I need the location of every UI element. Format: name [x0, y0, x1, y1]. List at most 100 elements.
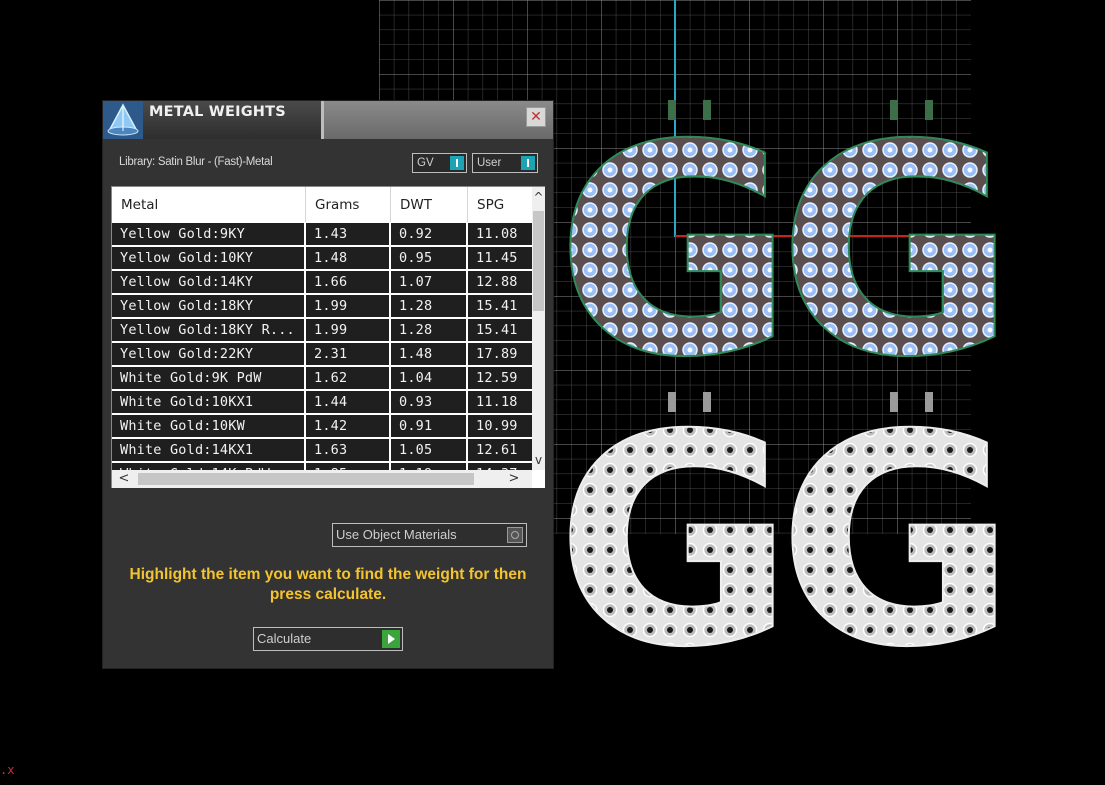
table-cell: 1.85	[306, 463, 389, 470]
gv-toggle[interactable]: GV	[412, 153, 467, 173]
table-cell: 1.19	[391, 463, 466, 470]
table-row[interactable]: White Gold:10KX1 1.44 0.93 11.18	[112, 390, 532, 414]
svg-text:G: G	[778, 374, 1016, 711]
table-row[interactable]: Yellow Gold:22KY 2.31 1.48 17.89	[112, 342, 532, 366]
toggle-switch-icon	[521, 156, 535, 170]
table-row[interactable]: White Gold:14KX1 1.63 1.05 12.61	[112, 438, 532, 462]
scroll-thumb[interactable]	[533, 211, 544, 311]
title-separator	[321, 101, 324, 139]
use-object-materials-option[interactable]: Use Object Materials	[332, 523, 527, 547]
use-object-materials-label: Use Object Materials	[336, 527, 457, 542]
scroll-right-icon[interactable]: >	[504, 470, 524, 488]
metal-weights-table[interactable]: Metal Grams DWT SPG Yellow Gold:9KY 1.43 0…	[111, 186, 545, 488]
table-row[interactable]: White Gold:10KW 1.42 0.91 10.99	[112, 414, 532, 438]
table-row[interactable]: Yellow Gold:9KY 1.43 0.92 11.08	[112, 222, 532, 246]
gv-toggle-label: GV	[417, 157, 434, 169]
table-cell: 1.04	[391, 367, 466, 389]
table-cell: 0.91	[391, 415, 466, 437]
table-row[interactable]: White Gold:14K PdW1.851.1914.37	[112, 462, 532, 470]
library-label: Library: Satin Blur - (Fast)-Metal	[119, 156, 273, 168]
svg-text:G: G	[556, 374, 794, 711]
table-cell: 1.07	[391, 271, 466, 293]
table-cell: 12.59	[468, 367, 532, 389]
column-header-dwt[interactable]: DWT	[391, 187, 468, 222]
table-cell: 15.41	[468, 295, 532, 317]
column-header-spg[interactable]: SPG	[468, 187, 532, 222]
table-body: Yellow Gold:9KY 1.43 0.92 11.08 Yellow Gold:…	[112, 222, 532, 470]
table-cell: Yellow Gold:18KY R...	[112, 319, 304, 341]
table-cell: Yellow Gold:22KY	[112, 343, 304, 365]
table-cell: 1.48	[391, 343, 466, 365]
table-cell: Yellow Gold:14KY	[112, 271, 304, 293]
table-cell: 14.37	[468, 463, 532, 470]
table-cell: 1.62	[306, 367, 389, 389]
table-row[interactable]: Yellow Gold:10KY 1.48 0.95 11.45	[112, 246, 532, 270]
table-cell: 2.31	[306, 343, 389, 365]
table-cell: 0.95	[391, 247, 466, 269]
table-cell: Yellow Gold:9KY	[112, 223, 304, 245]
table-row[interactable]: Yellow Gold:14KY 1.66 1.07 12.88	[112, 270, 532, 294]
table-cell: 10.99	[468, 415, 532, 437]
calculate-button[interactable]: Calculate	[253, 627, 403, 651]
close-button[interactable]: ✕	[526, 107, 546, 127]
table-cell: 1.05	[391, 439, 466, 461]
close-icon: ✕	[530, 109, 542, 125]
toggle-switch-icon	[450, 156, 464, 170]
calculate-label: Calculate	[257, 631, 312, 646]
table-cell: White Gold:9K PdW	[112, 367, 304, 389]
horizontal-scrollbar[interactable]: < >	[112, 470, 532, 488]
table-cell: White Gold:14K PdW	[112, 463, 304, 470]
radio-icon[interactable]	[507, 527, 523, 543]
table-cell: 11.18	[468, 391, 532, 413]
table-cell: 1.42	[306, 415, 389, 437]
silver-letter-g-left[interactable]: G	[555, 373, 795, 712]
table-cell: 1.28	[391, 319, 466, 341]
user-toggle-label: User	[477, 157, 502, 169]
blue-letter-g-right[interactable]: G	[777, 83, 1017, 422]
table-header: Metal Grams DWT SPG	[112, 187, 532, 222]
column-header-grams[interactable]: Grams	[306, 187, 391, 222]
instruction-text: Highlight the item you want to find the …	[129, 566, 527, 603]
table-cell: 0.93	[391, 391, 466, 413]
table-row[interactable]: Yellow Gold:18KY 1.99 1.28 15.41	[112, 294, 532, 318]
table-cell: 1.99	[306, 319, 389, 341]
table-cell: White Gold:14KX1	[112, 439, 304, 461]
table-cell: 1.66	[306, 271, 389, 293]
title-bar-fill	[323, 101, 553, 139]
table-cell: 1.48	[306, 247, 389, 269]
table-cell: Yellow Gold:10KY	[112, 247, 304, 269]
dialog-titlebar[interactable]: METAL WEIGHTS ✕	[103, 101, 553, 139]
scroll-corner	[532, 470, 545, 488]
app-logo-icon	[103, 101, 143, 139]
dialog-title: METAL WEIGHTS	[149, 104, 286, 120]
scroll-up-icon[interactable]: ^	[532, 187, 545, 207]
blue-letter-g-left[interactable]: G	[555, 83, 795, 422]
scroll-left-icon[interactable]: <	[114, 470, 134, 488]
vertical-scrollbar[interactable]: ^ v	[532, 187, 545, 470]
table-cell: 1.43	[306, 223, 389, 245]
play-arrow-icon	[382, 630, 400, 648]
table-cell: 12.61	[468, 439, 532, 461]
column-header-metal[interactable]: Metal	[112, 187, 306, 222]
table-cell: 15.41	[468, 319, 532, 341]
svg-text:G: G	[778, 84, 1016, 421]
table-cell: 1.28	[391, 295, 466, 317]
svg-text:G: G	[556, 84, 794, 421]
hscroll-thumb[interactable]	[138, 473, 474, 485]
axis-indicator-label: .x	[0, 763, 15, 777]
table-cell: 12.88	[468, 271, 532, 293]
table-cell: 11.45	[468, 247, 532, 269]
metal-weights-dialog: METAL WEIGHTS ✕ Library: Satin Blur - (F…	[102, 100, 554, 669]
table-row[interactable]: White Gold:9K PdW 1.62 1.04 12.59	[112, 366, 532, 390]
table-cell: 11.08	[468, 223, 532, 245]
table-cell: 1.44	[306, 391, 389, 413]
table-row[interactable]: Yellow Gold:18KY R... 1.99 1.28 15.41	[112, 318, 532, 342]
table-cell: 0.92	[391, 223, 466, 245]
table-cell: White Gold:10KW	[112, 415, 304, 437]
table-cell: White Gold:10KX1	[112, 391, 304, 413]
user-toggle[interactable]: User	[472, 153, 538, 173]
silver-letter-g-right[interactable]: G	[777, 373, 1017, 712]
table-cell: 17.89	[468, 343, 532, 365]
table-cell: 1.63	[306, 439, 389, 461]
scroll-down-icon[interactable]: v	[532, 450, 545, 470]
